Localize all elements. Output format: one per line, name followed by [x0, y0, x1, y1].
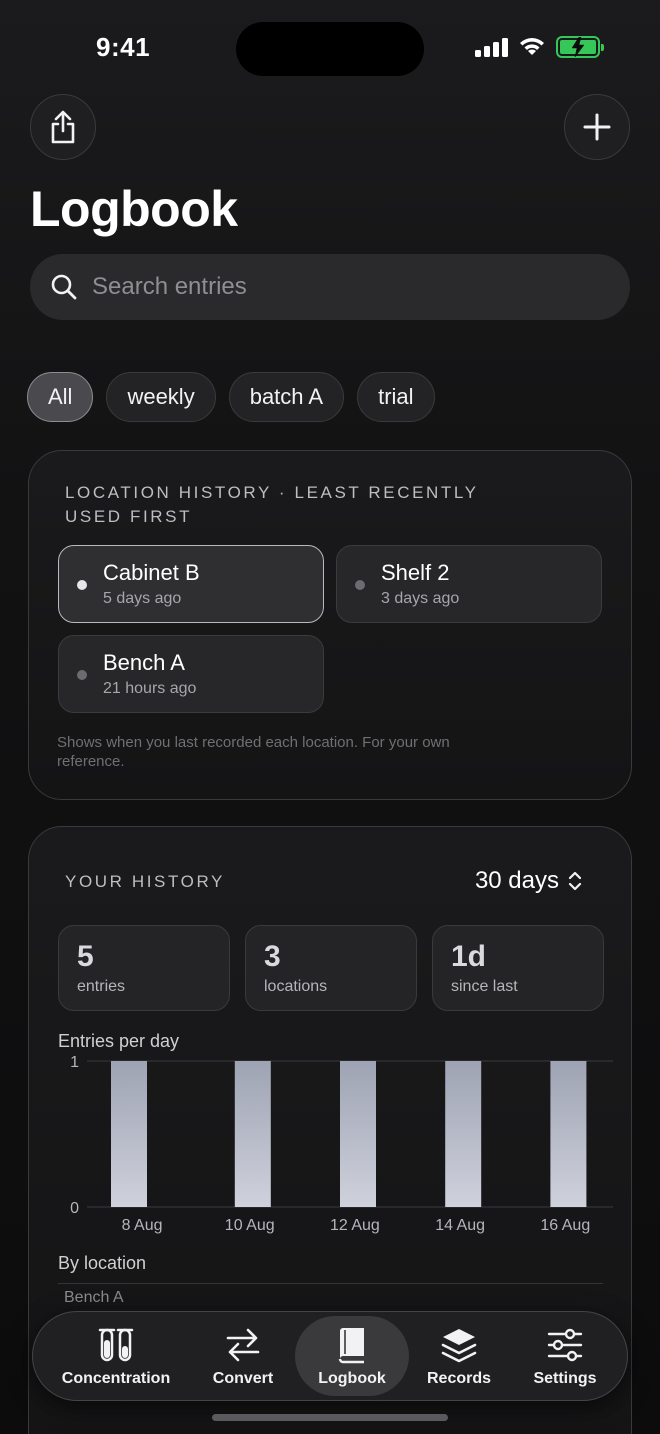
status-time: 9:41 [96, 32, 151, 62]
plus-icon [583, 113, 611, 141]
range-value: 30 days [474, 867, 559, 894]
test-tubes-icon [98, 1328, 134, 1362]
divider [58, 1283, 603, 1284]
arrows-swap-icon [226, 1328, 260, 1362]
tab-concentration[interactable]: Concentration [53, 1316, 179, 1396]
dynamic-island [236, 22, 424, 76]
status-dot [77, 670, 87, 680]
search-input[interactable] [92, 273, 592, 301]
bar [111, 1061, 147, 1207]
y-tick-label: 0 [70, 1200, 79, 1217]
stat-value: 1d [451, 940, 487, 973]
filter-chip-all[interactable]: All [27, 372, 94, 422]
page-title: Logbook [30, 181, 238, 237]
stat-value: 5 [77, 940, 94, 973]
search-icon [51, 274, 77, 300]
tab-label: Concentration [61, 1370, 171, 1387]
location-history-heading: LOCATION HISTORY · LEAST RECENTLY USED F… [65, 483, 479, 526]
bar [340, 1061, 376, 1207]
location-history-note: Shows when you last recorded each locati… [57, 734, 450, 770]
share-button[interactable] [30, 94, 96, 160]
location-name: Cabinet B [103, 560, 200, 585]
x-tick-label: 14 Aug [435, 1217, 485, 1234]
bar [234, 1061, 271, 1207]
location-history-card: LOCATION HISTORY · LEAST RECENTLY USED F… [28, 450, 632, 800]
by-location-row-label: Bench A [64, 1289, 124, 1306]
by-location-title: By location [58, 1253, 147, 1273]
x-tick-label: 10 Aug [225, 1217, 275, 1234]
stat-value: 3 [264, 940, 281, 973]
y-tick-label: 1 [70, 1054, 79, 1071]
x-tick-label: 8 Aug [122, 1217, 163, 1234]
cellular-signal-icon [475, 37, 508, 57]
location-tile-shelf-2[interactable]: Shelf 2 3 days ago [336, 545, 602, 623]
tab-label: Convert [212, 1370, 274, 1387]
stat-label: locations [264, 978, 328, 995]
status-dot [355, 580, 365, 590]
location-last-used: 21 hours ago [103, 680, 197, 697]
filter-chip-trial[interactable]: trial [357, 372, 435, 422]
x-tick-label: 12 Aug [330, 1217, 380, 1234]
add-entry-button[interactable] [564, 94, 630, 160]
share-icon [51, 110, 75, 144]
stat-locations: 3 locations [245, 925, 417, 1011]
location-tile-cabinet-b[interactable]: Cabinet B 5 days ago [58, 545, 324, 623]
status-dot [77, 580, 87, 590]
book-icon [338, 1328, 364, 1364]
entries-per-day-chart: 1 0 8 Aug 10 Aug 12 Aug 14 Aug 16 Aug [70, 1054, 613, 1234]
tab-records[interactable]: Records [413, 1316, 505, 1396]
tab-convert[interactable]: Convert [193, 1316, 293, 1396]
history-heading: YOUR HISTORY [65, 872, 225, 891]
stat-label: entries [77, 978, 126, 995]
range-selector[interactable]: 30 days [475, 867, 583, 895]
filter-chip-batch-a[interactable]: batch A [228, 372, 345, 422]
sliders-icon [547, 1328, 583, 1362]
stack-icon [441, 1329, 477, 1363]
tab-bar: Concentration Convert Logbook Records Se… [32, 1311, 628, 1401]
bar [550, 1061, 587, 1207]
x-tick-label: 16 Aug [540, 1217, 590, 1234]
stat-since-last: 1d since last [432, 925, 604, 1011]
tab-label: Records [426, 1370, 492, 1387]
tab-label: Settings [533, 1370, 597, 1387]
filter-chips: All weekly batch A trial [27, 372, 435, 422]
stat-label: since last [451, 978, 518, 995]
chevron-up-down-icon [568, 871, 582, 891]
location-name: Shelf 2 [381, 560, 450, 585]
location-name: Bench A [103, 650, 185, 675]
location-last-used: 3 days ago [381, 590, 460, 607]
tab-label: Logbook [318, 1370, 386, 1387]
battery-icon [556, 36, 604, 58]
tab-settings[interactable]: Settings [521, 1316, 609, 1396]
filter-chip-weekly[interactable]: weekly [106, 372, 216, 422]
stat-entries: 5 entries [58, 925, 230, 1011]
wifi-icon [520, 38, 544, 55]
location-tile-bench-a[interactable]: Bench A 21 hours ago [58, 635, 324, 713]
location-last-used: 5 days ago [103, 590, 182, 607]
home-indicator [212, 1414, 448, 1421]
screen: 9:41 Logbook Search entries All weekly b… [0, 0, 660, 1434]
bar [445, 1061, 482, 1207]
search-bar[interactable] [30, 254, 630, 320]
tab-logbook[interactable]: Logbook [295, 1316, 409, 1396]
status-icons [475, 36, 604, 58]
